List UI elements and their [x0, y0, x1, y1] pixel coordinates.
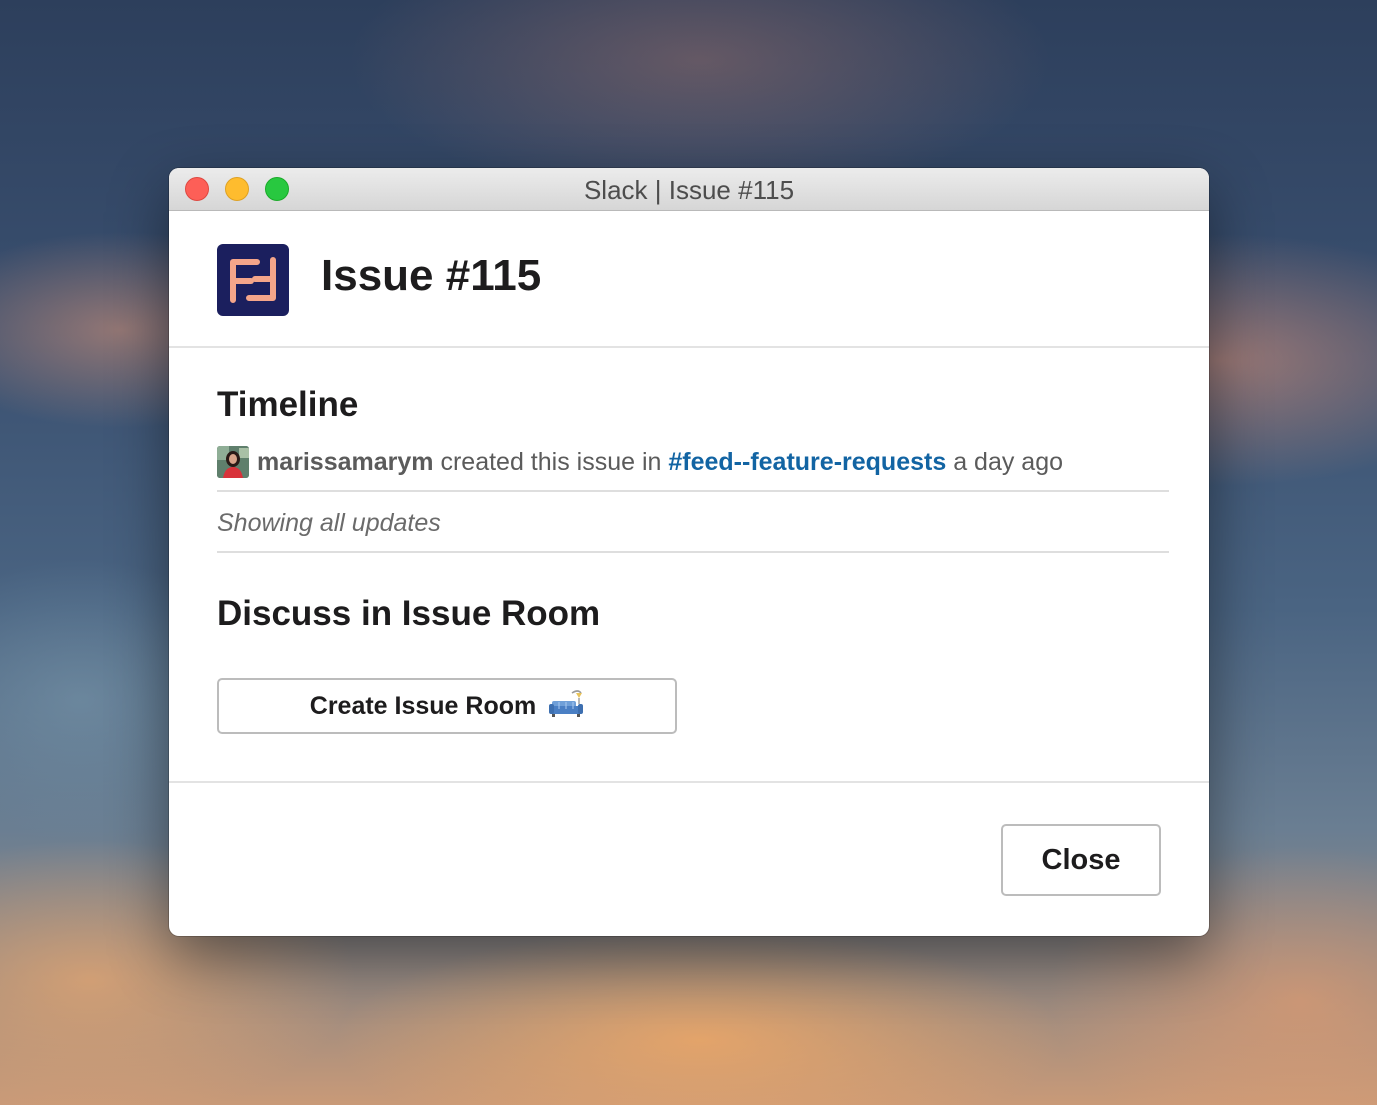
footer-divider: [169, 781, 1209, 783]
discuss-heading: Discuss in Issue Room: [217, 594, 601, 633]
updates-note: Showing all updates: [217, 509, 441, 537]
timeline-entry: marissamarym created this issue in #feed…: [217, 445, 1169, 479]
desktop-wallpaper: Slack | Issue #115 Issue #115 Timeline m…: [0, 0, 1377, 1105]
couch-and-lamp-icon: [548, 687, 584, 726]
timeline-heading: Timeline: [217, 385, 359, 424]
avatar[interactable]: [217, 446, 249, 478]
close-button[interactable]: Close: [1001, 824, 1161, 896]
window-title: Slack | Issue #115: [583, 175, 795, 205]
modal-title: Issue #115: [321, 251, 542, 300]
timeline-divider-bottom: [217, 551, 1169, 553]
modal-header: Issue #115: [169, 211, 1209, 348]
window-titlebar[interactable]: Slack | Issue #115: [169, 168, 1209, 211]
slack-issue-window: Slack | Issue #115 Issue #115 Timeline m…: [169, 168, 1209, 936]
timeline-entry-text: marissamarym created this issue in #feed…: [257, 448, 1063, 477]
create-issue-room-label: Create Issue Room: [309, 691, 537, 720]
create-issue-room-button[interactable]: Create Issue Room: [217, 678, 677, 734]
timeline-user[interactable]: marissamarym: [257, 448, 434, 476]
timeline-action: created this issue in: [440, 448, 662, 476]
timeline-divider-top: [217, 490, 1169, 492]
timeline-channel-link[interactable]: #feed--feature-requests: [668, 448, 946, 476]
timeline-time: a day ago: [953, 448, 1064, 476]
app-logo-icon: [217, 244, 289, 316]
